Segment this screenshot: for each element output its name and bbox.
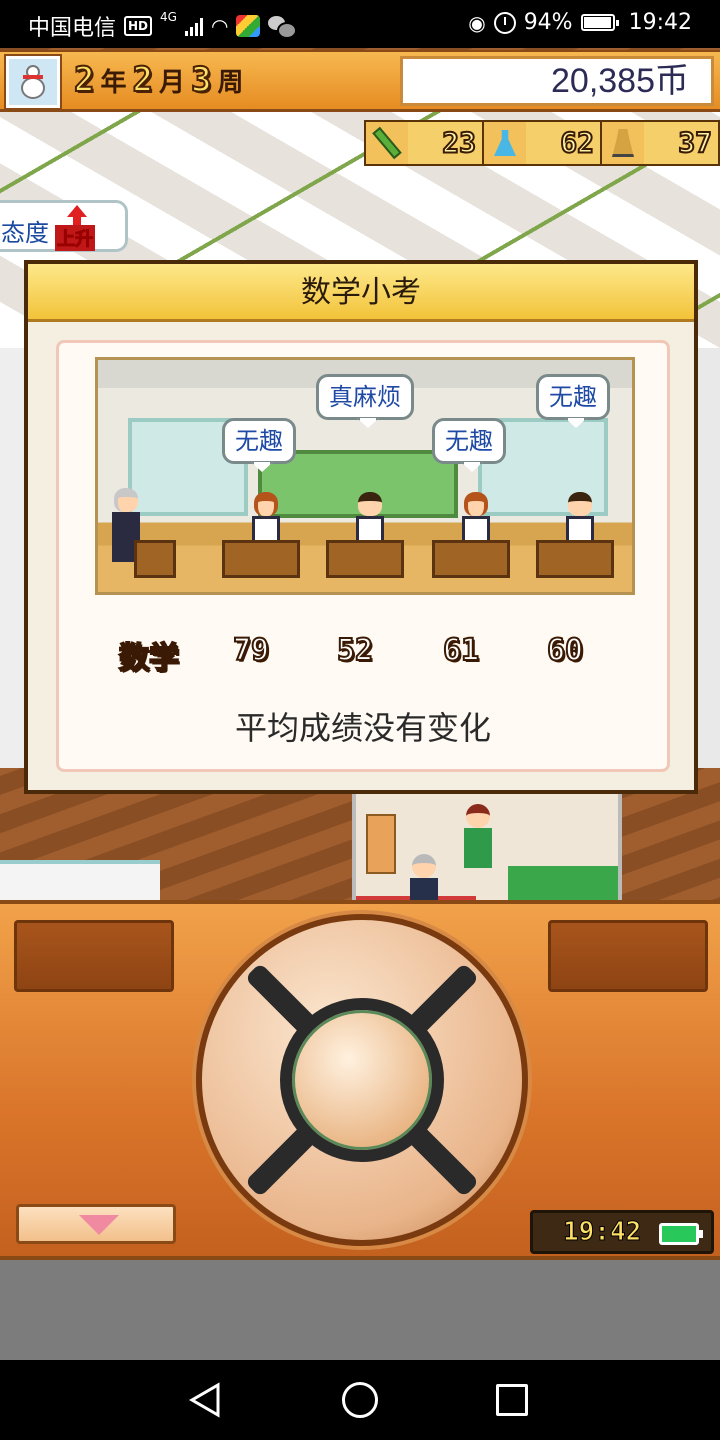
signal-icon <box>184 16 203 36</box>
result-message: 平均成绩没有变化 <box>234 709 491 747</box>
triangle-down-icon <box>79 1215 119 1235</box>
student-desk <box>536 540 614 578</box>
exam-dialog[interactable]: 数学小考 无趣 真麻烦 无趣 无趣 数学 79 52 61 60 平均成绩没有变… <box>24 260 698 794</box>
battery-icon <box>659 1223 703 1245</box>
resource-value: 62 <box>526 122 600 164</box>
menu-toggle-button[interactable] <box>16 1204 176 1244</box>
resource-value: 23 <box>408 122 482 164</box>
bottom-filler <box>0 1260 720 1360</box>
week-unit: 周 <box>217 68 244 98</box>
directional-pad[interactable] <box>196 914 528 1246</box>
network-type: 4G <box>160 10 177 24</box>
hd-icon: HD <box>124 16 153 36</box>
teacher-sprite <box>108 488 144 562</box>
room-door <box>366 814 396 874</box>
speech-bubble: 无趣 <box>432 418 506 464</box>
student-score: 60 <box>546 632 584 669</box>
student-desk <box>326 540 404 578</box>
speech-bubble: 真麻烦 <box>316 374 414 420</box>
attitude-change: 上升 <box>55 225 95 251</box>
month-number: 2 <box>131 59 154 101</box>
dialog-content: 无趣 真麻烦 无趣 无趣 数学 79 52 61 60 平均成绩没有变化 <box>56 340 670 772</box>
dialog-title: 数学小考 <box>28 264 694 322</box>
game-clock: 19:42 <box>530 1210 714 1254</box>
virtual-controller: 19:42 <box>0 900 720 1260</box>
status-time: 19:42 <box>628 10 692 35</box>
game-app-icon <box>236 15 261 37</box>
back-icon[interactable] <box>188 1382 222 1418</box>
week-number: 3 <box>190 59 213 101</box>
flask-icon <box>484 122 526 164</box>
navigation-bar <box>0 1360 720 1440</box>
attitude-indicator[interactable]: 态度 上升 <box>0 200 128 252</box>
carrier-label: 中国电信 <box>28 16 117 41</box>
student-score: 61 <box>442 632 480 669</box>
resource-value: 37 <box>644 122 718 164</box>
subject-label: 数学 <box>118 640 180 677</box>
staff-character[interactable] <box>460 804 496 868</box>
year-unit: 年 <box>100 68 127 98</box>
speech-bubble: 无趣 <box>536 374 610 420</box>
resource-bar: 23 62 37 <box>364 120 720 166</box>
wifi-icon: ◠ <box>210 14 229 38</box>
teacher-desk <box>134 540 176 578</box>
year-number: 2 <box>73 59 96 101</box>
wechat-icon <box>268 16 298 39</box>
status-bar: 中国电信 HD 4G ◠ ◉ 94% 19:42 <box>0 0 720 48</box>
clock-time: 19:42 <box>562 1217 642 1248</box>
eye-comfort-icon: ◉ <box>468 10 486 35</box>
resource-tower[interactable]: 37 <box>600 122 718 164</box>
right-shoulder-button[interactable] <box>548 920 708 992</box>
battery-percent: 94% <box>523 10 573 35</box>
attitude-label: 态度 <box>1 219 49 247</box>
pencil-icon <box>366 122 408 164</box>
top-header: 2 年 2 月 3 周 20,385币 <box>0 50 720 112</box>
tower-icon <box>602 122 644 164</box>
month-unit: 月 <box>158 68 185 98</box>
recent-apps-icon[interactable] <box>496 1384 528 1416</box>
arrow-up-icon: 上升 <box>55 205 99 251</box>
snowman-icon <box>19 65 47 101</box>
speech-bubble: 无趣 <box>222 418 296 464</box>
battery-icon <box>580 14 619 31</box>
student-desk <box>432 540 510 578</box>
student-desk <box>222 540 300 578</box>
score-row: 数学 79 52 61 60 <box>118 632 619 679</box>
game-area[interactable]: 2 年 2 月 3 周 20,385币 23 62 37 态度 上升 数学小考 … <box>0 48 720 1360</box>
classroom-scene: 无趣 真麻烦 无趣 无趣 <box>95 357 635 595</box>
resource-flask[interactable]: 62 <box>482 122 600 164</box>
money-display[interactable]: 20,385币 <box>400 56 714 106</box>
resource-pencil[interactable]: 23 <box>366 122 482 164</box>
alarm-icon <box>493 11 516 34</box>
left-shoulder-button[interactable] <box>14 920 174 992</box>
season-avatar[interactable] <box>4 54 62 110</box>
action-button[interactable] <box>280 998 444 1162</box>
home-icon[interactable] <box>342 1382 378 1418</box>
game-date: 2 年 2 月 3 周 <box>73 59 244 101</box>
student-score: 52 <box>336 632 374 669</box>
student-score: 79 <box>232 632 270 669</box>
